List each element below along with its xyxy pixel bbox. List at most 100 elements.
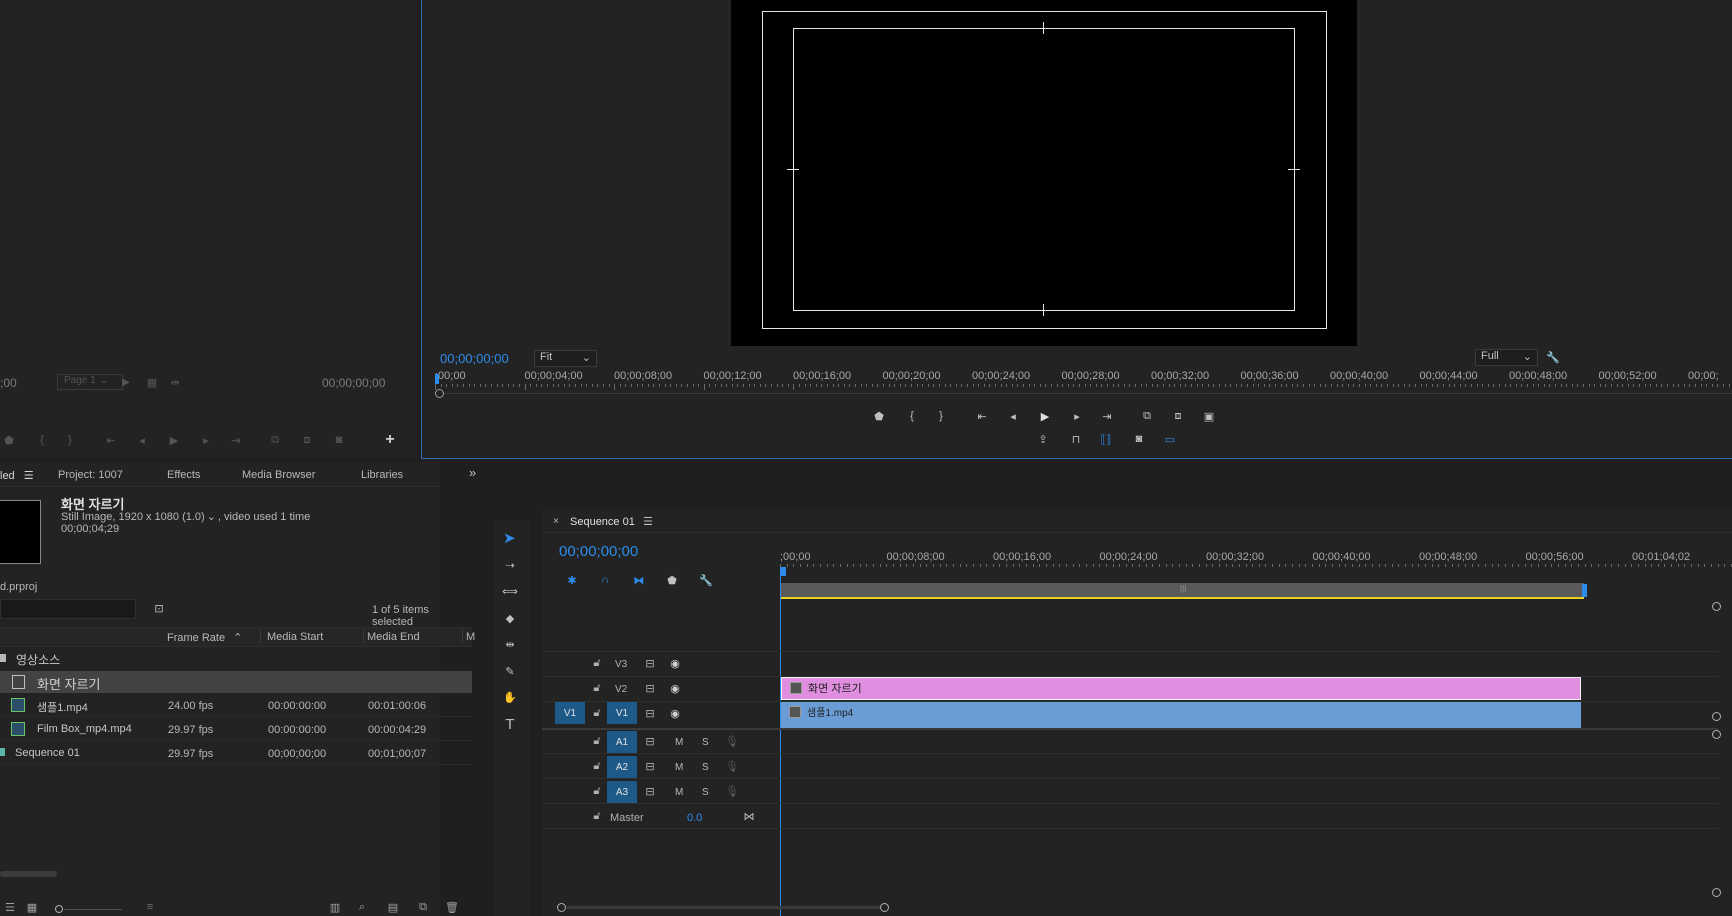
play-small-icon[interactable]: ▶ xyxy=(119,375,133,389)
compare-view-icon[interactable]: ▣ xyxy=(1202,409,1216,423)
automate-icon[interactable]: ▥ xyxy=(328,900,342,914)
program-timecode[interactable]: 00;00;00;00 xyxy=(440,351,509,366)
sort-icon[interactable]: ≡ xyxy=(143,900,157,914)
icon-view-icon[interactable]: ▦ xyxy=(25,900,39,914)
page-select[interactable]: Page 1 ⌄ xyxy=(57,374,123,390)
tab-media-browser[interactable]: Media Browser xyxy=(242,469,315,481)
play-icon[interactable]: ▶ xyxy=(167,433,181,447)
slip-tool-icon[interactable]: ⇹ xyxy=(503,637,517,651)
search-input[interactable] xyxy=(0,599,136,619)
sync-lock-icon[interactable]: ⊟ xyxy=(643,656,657,670)
go-to-edit-icon[interactable]: ⋈ xyxy=(742,809,756,823)
add-marker-icon[interactable]: ⬟ xyxy=(665,573,679,587)
solo-button[interactable]: S xyxy=(702,762,709,773)
program-zoom-bar[interactable] xyxy=(435,389,1732,398)
vertical-scroll-handle[interactable] xyxy=(1712,730,1721,739)
vertical-scroll-handle[interactable] xyxy=(1712,888,1721,897)
step-back-icon[interactable]: ◂ xyxy=(1006,409,1020,423)
step-forward-icon[interactable]: ▸ xyxy=(1070,409,1084,423)
track-label-a1[interactable]: A1 xyxy=(607,731,637,753)
sync-lock-icon[interactable]: ⊟ xyxy=(643,734,657,748)
clip-v2[interactable]: 화면 자르기 xyxy=(781,677,1581,700)
proxy-toggle-icon[interactable]: ⟦⟧ xyxy=(1099,432,1113,446)
program-playhead[interactable] xyxy=(435,374,439,384)
go-to-out-icon[interactable]: ⇥ xyxy=(229,433,243,447)
microphone-icon[interactable]: 🎙︎ xyxy=(725,784,739,798)
track-label-a3[interactable]: A3 xyxy=(607,781,637,803)
eye-icon[interactable]: ◉ xyxy=(668,656,682,670)
find-icon[interactable]: ⌕ xyxy=(355,900,369,914)
mark-out-icon[interactable]: } xyxy=(63,433,77,447)
eye-icon[interactable]: ◉ xyxy=(668,706,682,720)
go-to-in-icon[interactable]: ⇤ xyxy=(104,433,118,447)
linked-selection-icon[interactable]: ⧓ xyxy=(632,573,646,587)
list-view-icon[interactable]: ☰ xyxy=(3,900,17,914)
column-media-start[interactable]: Media Start xyxy=(267,631,323,643)
column-m[interactable]: M xyxy=(466,631,475,643)
sync-lock-icon[interactable]: ⊟ xyxy=(643,681,657,695)
work-area-end-handle[interactable] xyxy=(1582,584,1587,597)
column-frame-rate[interactable]: Frame Rate ⌃ xyxy=(167,631,242,644)
mark-in-icon[interactable]: { xyxy=(905,409,919,423)
selection-tool-icon[interactable]: ➤ xyxy=(503,529,517,547)
microphone-icon[interactable]: 🎙︎ xyxy=(725,734,739,748)
lock-icon[interactable]: 🔓︎ xyxy=(590,656,604,670)
fit-dropdown[interactable]: Fit ⌄ xyxy=(534,350,597,367)
track-label-v2[interactable]: V2 xyxy=(615,684,627,695)
table-row[interactable]: Sequence 01 29.97 fps 00;00;00;00 00;01;… xyxy=(0,742,472,765)
sync-lock-icon[interactable]: ⊟ xyxy=(643,759,657,773)
new-bin-icon[interactable]: ▤ xyxy=(386,900,400,914)
step-forward-icon[interactable]: ▸ xyxy=(199,433,213,447)
tab-libraries[interactable]: Libraries xyxy=(361,469,403,481)
wrench-icon[interactable]: 🔧 xyxy=(1546,350,1560,364)
new-item-icon[interactable]: ⧉ xyxy=(416,900,430,914)
lift-icon[interactable]: ⧉ xyxy=(1140,409,1154,423)
solo-button[interactable]: S xyxy=(702,787,709,798)
lock-icon[interactable]: 🔓︎ xyxy=(590,809,604,823)
track-select-tool-icon[interactable]: ⇢ xyxy=(503,558,517,572)
list-item-selected[interactable]: 화면 자르기 xyxy=(0,671,472,693)
mute-button[interactable]: M xyxy=(675,762,683,773)
tab-project[interactable]: Project: 1007 xyxy=(58,469,123,481)
table-row[interactable]: Film Box_mp4.mp4 29.97 fps 00:00:00:00 0… xyxy=(0,718,472,741)
full-dropdown[interactable]: Full ⌄ xyxy=(1475,349,1538,366)
trash-icon[interactable]: 🗑 xyxy=(445,900,459,914)
tab-led[interactable]: led ☰ xyxy=(0,469,34,482)
lock-icon[interactable]: 🔓︎ xyxy=(590,734,604,748)
project-scrollbar[interactable] xyxy=(0,871,57,877)
timeline-timecode[interactable]: 00;00;00;00 xyxy=(559,543,638,560)
ruler-icon[interactable]: ⊓ xyxy=(1069,432,1083,446)
table-row[interactable]: 샘플1.mp4 24.00 fps 00:00:00:00 00:01:00:0… xyxy=(0,694,472,717)
insert-clip-icon[interactable]: ⧉ xyxy=(268,433,282,447)
lock-icon[interactable]: 🔓︎ xyxy=(590,759,604,773)
clip-v1[interactable]: 샘플1.mp4 xyxy=(781,702,1581,728)
column-media-end[interactable]: Media End xyxy=(367,631,420,643)
source-patch-v1[interactable]: V1 xyxy=(555,702,585,724)
extract-icon[interactable]: ⧈ xyxy=(1171,409,1185,423)
snap-icon[interactable]: ∩ xyxy=(598,573,612,587)
pen-tool-icon[interactable]: ✎ xyxy=(503,664,517,678)
microphone-icon[interactable]: 🎙︎ xyxy=(725,759,739,773)
lock-icon[interactable]: 🔓︎ xyxy=(590,706,604,720)
vertical-scroll-handle[interactable] xyxy=(1712,602,1721,611)
go-to-in-icon[interactable]: ⇤ xyxy=(975,409,989,423)
nest-toggle-icon[interactable]: ✱ xyxy=(565,573,579,587)
timeline-horizontal-scrollbar[interactable] xyxy=(557,903,1427,912)
go-to-out-icon[interactable]: ⇥ xyxy=(1100,409,1114,423)
timeline-settings-icon[interactable]: 🔧 xyxy=(699,573,713,587)
safe-margins-icon[interactable]: ▭ xyxy=(1163,432,1177,446)
track-label-v3[interactable]: V3 xyxy=(615,659,627,670)
close-tab-icon[interactable]: × xyxy=(553,516,559,527)
new-search-bin-icon[interactable]: ⊡ xyxy=(152,601,166,615)
panel-overflow-icon[interactable]: » xyxy=(469,465,476,480)
add-marker-icon[interactable]: ⬟ xyxy=(872,409,886,423)
mute-button[interactable]: M xyxy=(675,787,683,798)
camera-icon[interactable]: ◙ xyxy=(1132,432,1146,446)
track-label-v1[interactable]: V1 xyxy=(607,702,637,724)
marker-icon[interactable]: ⬟ xyxy=(2,433,16,447)
list-item-folder[interactable]: 영상소스 xyxy=(0,648,472,670)
work-area-bar[interactable]: ||| xyxy=(780,583,1584,599)
tab-effects[interactable]: Effects xyxy=(167,469,200,481)
vertical-scroll-handle[interactable] xyxy=(1712,712,1721,721)
timeline-playhead-line[interactable] xyxy=(780,575,781,916)
